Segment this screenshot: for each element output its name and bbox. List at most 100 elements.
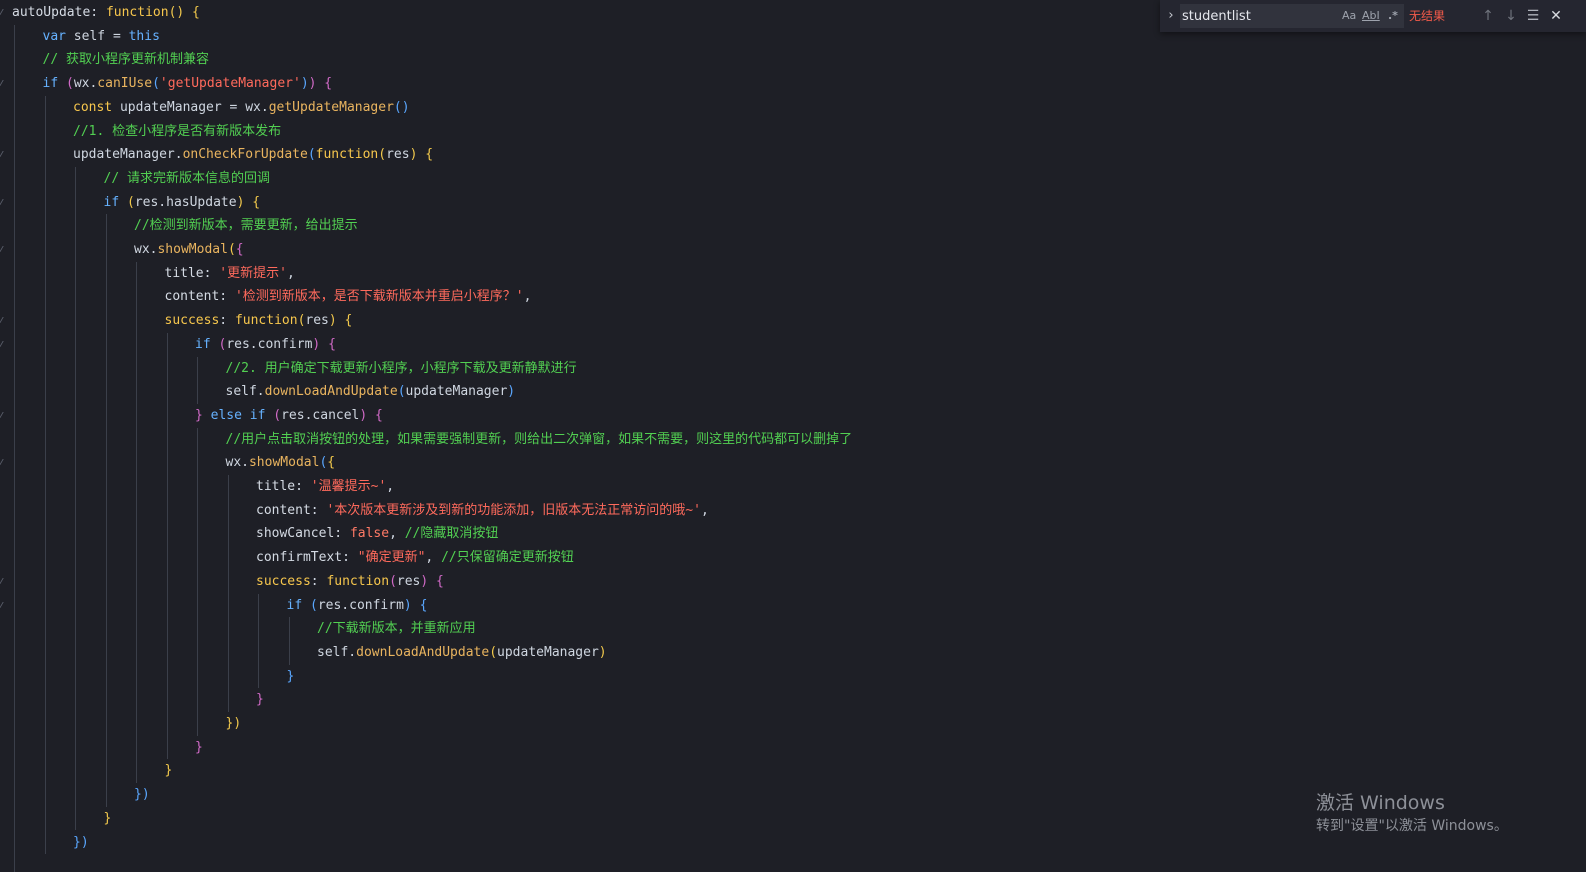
code-line[interactable]: // 获取小程序更新机制兼容 [43, 48, 209, 72]
code-token: // 获取小程序更新机制兼容 [42, 52, 209, 68]
code-line[interactable]: if (wx.canIUse('getUpdateManager')) { [43, 72, 333, 96]
code-token: { [324, 76, 333, 92]
arrow-down-icon[interactable]: ↓ [1502, 6, 1520, 26]
chevron-right-icon[interactable]: › [1164, 7, 1178, 25]
code-token: onCheckForUpdate [182, 147, 308, 163]
code-line[interactable]: success: function(res) { [256, 570, 444, 594]
code-token: , [523, 289, 532, 305]
fold-icon[interactable] [0, 317, 9, 324]
fold-icon[interactable] [0, 246, 9, 252]
code-token: ( [489, 644, 498, 660]
code-line[interactable]: self.downLoadAndUpdate(updateManager) [317, 641, 607, 665]
indent-guide [197, 356, 198, 404]
code-line[interactable]: } [256, 688, 264, 712]
code-token: updateManager [497, 644, 599, 660]
code-line[interactable]: } [195, 736, 203, 760]
code-token: { [375, 407, 383, 423]
code-token: ( [397, 384, 406, 400]
code-token: } [195, 739, 203, 755]
folding-gutter[interactable] [0, 0, 9, 872]
code-line[interactable]: //1. 检查小程序是否有新版本发布 [73, 120, 281, 144]
code-line[interactable]: wx.showModal({ [134, 238, 244, 262]
fold-icon[interactable] [0, 601, 9, 608]
code-token: : [90, 5, 106, 20]
fold-icon[interactable] [0, 9, 9, 15]
fold-icon[interactable] [0, 80, 9, 87]
code-line[interactable]: autoUpdate: function() { [12, 1, 200, 25]
fold-icon[interactable] [0, 459, 9, 466]
code-line[interactable]: content: '检测到新版本，是否下载新版本并重启小程序？', [165, 285, 532, 309]
fold-icon[interactable] [0, 577, 9, 584]
whole-word-toggle[interactable]: AbI [1362, 8, 1380, 24]
fold-icon[interactable] [0, 411, 9, 418]
indent-guide [14, 24, 15, 855]
indent-guide [166, 332, 168, 760]
code-token: success [164, 313, 220, 329]
code-line[interactable]: //用户点击取消按钮的处理，如果需要强制更新，则给出二次弹窗，如果不需要，则这里… [226, 428, 853, 452]
code-line[interactable]: //2. 用户确定下载更新小程序，小程序下载及更新静默进行 [226, 357, 577, 381]
code-token: { [436, 573, 444, 589]
code-token: ( [227, 242, 236, 257]
code-token: ( [309, 597, 318, 613]
code-editor[interactable]: autoUpdate: function() {var self = this /… [0, 0, 1586, 872]
code-line[interactable]: } else if (res.cancel) { [195, 404, 383, 428]
code-line[interactable]: // 请求完新版本信息的回调 [104, 167, 270, 191]
code-token: { [425, 147, 434, 163]
code-line[interactable]: content: '本次版本更新涉及到新的功能添加，旧版本无法正常访问的哦~', [256, 499, 709, 523]
code-line[interactable]: } [165, 759, 173, 783]
code-token: wx. [73, 76, 98, 92]
fold-icon[interactable] [0, 198, 9, 205]
code-line[interactable]: }) [73, 831, 89, 855]
code-line[interactable]: updateManager.onCheckForUpdate(function(… [73, 143, 433, 167]
code-line[interactable]: } [104, 807, 112, 831]
arrow-up-icon[interactable]: ↑ [1479, 6, 1497, 26]
code-token: downLoadAndUpdate [356, 644, 490, 660]
code-line[interactable]: title: '更新提示', [165, 262, 295, 286]
find-result-status: 无结果 [1409, 9, 1446, 23]
match-case-toggle[interactable]: Aa [1342, 8, 1356, 24]
code-token: "确定更新" [357, 550, 426, 566]
code-token: //下载新版本，并重新应用 [317, 621, 476, 637]
code-token: this [128, 28, 160, 44]
code-line[interactable]: var self = this [43, 25, 160, 49]
code-token: updateManager [405, 384, 508, 400]
code-token: canIUse [97, 76, 153, 92]
close-icon[interactable]: ✕ [1547, 6, 1565, 26]
code-line[interactable]: } [287, 665, 295, 689]
indent-guide [227, 475, 229, 712]
fold-icon[interactable] [0, 151, 9, 158]
code-token: } [195, 407, 203, 423]
code-token: : [295, 479, 311, 494]
code-line[interactable]: const updateManager = wx.getUpdateManage… [73, 96, 410, 120]
code-line[interactable]: self.downLoadAndUpdate(updateManager) [226, 380, 516, 404]
code-line[interactable]: success: function(res) { [165, 309, 353, 333]
code-token: false [349, 526, 390, 542]
code-line[interactable]: title: '温馨提示~', [256, 475, 394, 499]
code-token: content [164, 289, 220, 305]
code-line[interactable]: if (res.confirm) { [287, 594, 428, 618]
code-token: () { [168, 5, 200, 20]
code-token: downLoadAndUpdate [264, 384, 398, 400]
code-line[interactable]: }) [226, 712, 242, 736]
code-line[interactable]: //下载新版本，并重新应用 [317, 617, 476, 641]
code-token: } [103, 810, 112, 826]
code-line[interactable]: //检测到新版本，需要更新，给出提示 [134, 214, 358, 238]
code-line[interactable]: showCancel: false, //隐藏取消按钮 [256, 522, 498, 546]
code-token: ) [328, 313, 337, 329]
code-token: ( [65, 76, 74, 92]
code-line[interactable]: wx.showModal({ [226, 451, 336, 475]
regex-toggle[interactable]: .* [1388, 8, 1398, 24]
code-token: , [389, 526, 405, 542]
code-token: if [195, 336, 211, 352]
code-token: updateManager. [73, 147, 183, 163]
code-line[interactable]: if (res.confirm) { [195, 333, 336, 357]
find-in-selection-icon[interactable]: ☰ [1524, 6, 1542, 26]
code-token: res.cancel [281, 407, 360, 423]
code-line[interactable]: confirmText: "确定更新", //只保留确定更新按钮 [256, 546, 574, 570]
fold-icon[interactable] [0, 340, 9, 347]
code-line[interactable]: }) [134, 783, 150, 807]
code-line[interactable]: if (res.hasUpdate) { [104, 191, 261, 215]
code-token: showModal [157, 242, 228, 257]
